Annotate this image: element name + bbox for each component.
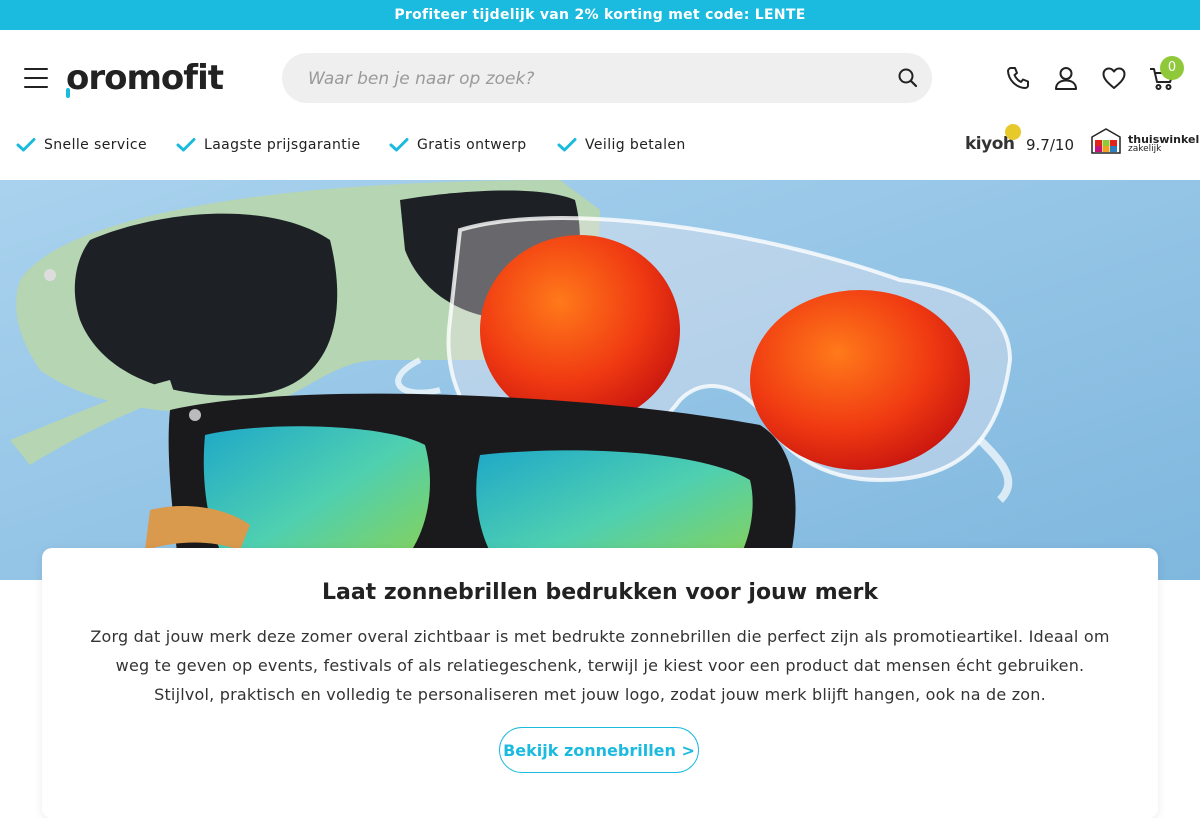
phone-icon[interactable]	[1004, 64, 1032, 92]
promo-text: Profiteer tijdelijk van 2% korting met c…	[394, 7, 806, 23]
hero-image	[0, 180, 1200, 580]
usp-item: Gratis ontwerp	[389, 126, 527, 166]
review-rating: 9.7/10	[1026, 136, 1074, 154]
thuiswinkel-house-icon	[1091, 128, 1121, 154]
usp-item: Veilig betalen	[557, 126, 686, 166]
sunglasses-illustration	[0, 180, 1200, 580]
view-sunglasses-button[interactable]: Bekijk zonnebrillen >	[499, 727, 699, 773]
account-icon[interactable]	[1052, 64, 1080, 92]
usp-label: Snelle service	[44, 137, 147, 153]
site-header: oromofit 0	[0, 30, 1200, 126]
logo-mark	[66, 88, 70, 98]
check-icon	[557, 138, 577, 152]
page-title: Laat zonnebrillen bedrukken voor jouw me…	[321, 580, 879, 605]
cart-count-badge[interactable]: 0	[1160, 56, 1184, 80]
promo-bar: Profiteer tijdelijk van 2% korting met c…	[0, 0, 1200, 30]
search-input[interactable]	[306, 53, 870, 105]
thuiswinkel-logo[interactable]: thuiswinkel zakelijk	[1090, 126, 1199, 158]
logo[interactable]: oromofit	[66, 56, 224, 100]
usp-bar: Snelle service Laagste prijsgarantie Gra…	[0, 124, 1200, 166]
usp-item: Snelle service	[16, 126, 147, 166]
intro-text: Zorg dat jouw merk deze zomer overal zic…	[90, 627, 1110, 704]
search-bar	[282, 53, 932, 105]
usp-item: Laagste prijsgarantie	[176, 126, 360, 166]
content-card: Laat zonnebrillen bedrukken voor jouw me…	[42, 548, 1158, 818]
usp-label: Gratis ontwerp	[417, 137, 527, 153]
check-icon	[389, 138, 409, 152]
search-icon[interactable]	[896, 66, 920, 90]
heart-icon[interactable]	[1100, 64, 1128, 92]
check-icon	[16, 138, 36, 152]
menu-icon[interactable]	[24, 68, 48, 88]
usp-label: Veilig betalen	[585, 137, 686, 153]
kiyoh-badge-icon	[1005, 124, 1021, 140]
check-icon	[176, 138, 196, 152]
usp-label: Laagste prijsgarantie	[204, 137, 361, 153]
thuiswinkel-sublabel: zakelijk	[1128, 144, 1162, 154]
logo-text: oromofit	[66, 58, 224, 98]
